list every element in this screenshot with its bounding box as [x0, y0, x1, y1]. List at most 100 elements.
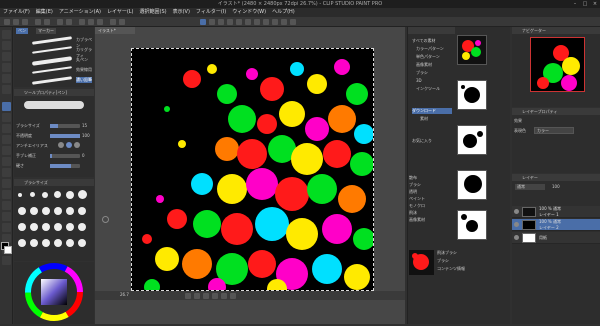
tree-3d[interactable]: 3D [416, 78, 422, 84]
material-thumbnail[interactable] [457, 125, 487, 155]
menu-view[interactable]: 表示(V) [173, 8, 190, 17]
brush-size-preset[interactable] [78, 207, 86, 215]
eye-icon[interactable] [514, 222, 519, 227]
brush-name-selected[interactable]: 濃い鉛筆 [76, 77, 92, 83]
command-icon[interactable] [272, 19, 278, 25]
frame-tool-icon[interactable] [2, 212, 11, 221]
brush-size-preset[interactable] [66, 223, 74, 231]
brush-size-preset[interactable] [18, 193, 22, 197]
invert-selection-icon[interactable] [97, 19, 103, 25]
new-file-icon[interactable] [4, 19, 10, 25]
clear-icon[interactable] [57, 19, 63, 25]
maximize-icon[interactable]: □ [580, 0, 590, 8]
command-icon[interactable] [263, 19, 269, 25]
command-icon[interactable] [236, 19, 242, 25]
redo-icon[interactable] [44, 19, 50, 25]
brush-size-preset[interactable] [66, 207, 74, 215]
opacity-slider[interactable] [50, 134, 80, 138]
command-icon[interactable] [227, 19, 233, 25]
operation-tool-icon[interactable] [2, 52, 11, 61]
command-icon[interactable] [281, 19, 287, 25]
brush-size-preset[interactable] [18, 207, 26, 215]
figure-tool-icon[interactable] [2, 201, 11, 210]
eye-icon[interactable] [514, 209, 519, 214]
color-select[interactable]: カラー [534, 127, 574, 134]
layer-row[interactable]: 用紙 [512, 232, 600, 244]
brush-size-preset[interactable] [78, 239, 86, 247]
brush-size-preset[interactable] [54, 191, 61, 198]
tag[interactable]: 散布 [409, 175, 417, 181]
layer-row[interactable]: 100 % 通常 レイヤー 1 [512, 206, 600, 218]
brush-size-preset[interactable] [54, 207, 62, 215]
hardness-slider[interactable] [50, 164, 80, 168]
navigator-preview[interactable] [530, 37, 585, 92]
snap-grid-icon[interactable] [119, 19, 125, 25]
snap-ruler-icon[interactable] [110, 19, 116, 25]
menu-filter[interactable]: フィルター(I) [196, 8, 226, 17]
command-icon[interactable] [245, 19, 251, 25]
zoom-out-icon[interactable] [221, 293, 227, 299]
tree-download-selected[interactable]: ダウンロード [412, 108, 452, 114]
command-icon[interactable] [209, 19, 215, 25]
brush-size-preset[interactable] [18, 223, 26, 231]
zoom-level[interactable]: 26.7 [120, 292, 129, 297]
tag[interactable]: ブラシ [409, 182, 421, 188]
command-icon[interactable] [290, 19, 296, 25]
menu-layer[interactable]: レイヤー(L) [107, 8, 134, 17]
layer-opacity[interactable]: 100 [552, 184, 560, 189]
brush-size-preset[interactable] [30, 207, 38, 215]
brush-size-preset[interactable] [54, 223, 62, 231]
save-icon[interactable] [22, 19, 28, 25]
brush-size-preset[interactable] [30, 192, 35, 197]
tag[interactable]: モノクロ [409, 203, 425, 209]
tree-mono-pattern[interactable]: 単色パターン [416, 54, 440, 60]
brush-tool-icon[interactable] [2, 124, 11, 133]
blend-mode-select[interactable]: 通常 [515, 184, 545, 190]
tag[interactable]: 画像素材 [409, 217, 425, 223]
airbrush-tool-icon[interactable] [2, 135, 11, 144]
gradient-tool-icon[interactable] [2, 190, 11, 199]
menu-help[interactable]: ヘルプ(H) [272, 8, 295, 17]
menu-animation[interactable]: アニメーション(A) [59, 8, 101, 17]
material-thumbnail[interactable] [457, 210, 487, 240]
stabilize-slider[interactable] [50, 154, 80, 158]
tree-image-material[interactable]: 画像素材 [416, 62, 432, 68]
eraser-tool-icon[interactable] [2, 157, 11, 166]
brush-size-preset[interactable] [18, 239, 26, 247]
tag[interactable]: 飛沫 [409, 210, 417, 216]
material-thumbnail[interactable] [457, 170, 487, 200]
brush-size-preset[interactable] [78, 223, 86, 231]
brush-size-preset[interactable] [42, 192, 48, 198]
tab-pen[interactable]: ペン [16, 28, 28, 34]
fill-tool-icon[interactable] [2, 179, 11, 188]
close-icon[interactable]: × [590, 0, 600, 8]
transform-icon[interactable] [79, 19, 85, 25]
minimize-icon[interactable]: – [570, 0, 580, 8]
brush-name[interactable]: 丸ペン [76, 57, 88, 63]
layer-row-selected[interactable]: 100 % 通常 レイヤー 2 [512, 219, 600, 231]
brush-size-slider[interactable] [50, 124, 80, 128]
brush-size-preset[interactable] [42, 223, 50, 231]
zoom-tool-icon[interactable] [2, 30, 11, 39]
menu-edit[interactable]: 編集(E) [36, 8, 53, 17]
active-command-icon[interactable] [200, 19, 206, 25]
material-detail-info[interactable]: コンテンツ情報 [437, 266, 465, 272]
menu-window[interactable]: ウィンドウ(W) [232, 8, 266, 17]
tree-color-pattern[interactable]: カラーパターン [416, 46, 444, 52]
brush-size-preset[interactable] [42, 239, 50, 247]
move-tool-icon[interactable] [2, 41, 11, 50]
color-wheel[interactable] [14, 262, 94, 324]
command-icon[interactable] [218, 19, 224, 25]
tag[interactable]: ペイント [409, 196, 425, 202]
rotate-handle-icon[interactable] [102, 216, 109, 223]
tree-material[interactable]: 素材 [420, 116, 428, 122]
blend-tool-icon[interactable] [2, 168, 11, 177]
tree-favorites[interactable]: お気に入り [412, 138, 432, 144]
antialias-strong[interactable] [74, 142, 80, 148]
fill-icon[interactable] [66, 19, 72, 25]
tag[interactable]: 透明 [409, 189, 417, 195]
brush-size-preset[interactable] [30, 223, 38, 231]
undo-icon[interactable] [35, 19, 41, 25]
antialias-none[interactable] [58, 142, 64, 148]
ruler-tool-icon[interactable] [2, 223, 11, 232]
